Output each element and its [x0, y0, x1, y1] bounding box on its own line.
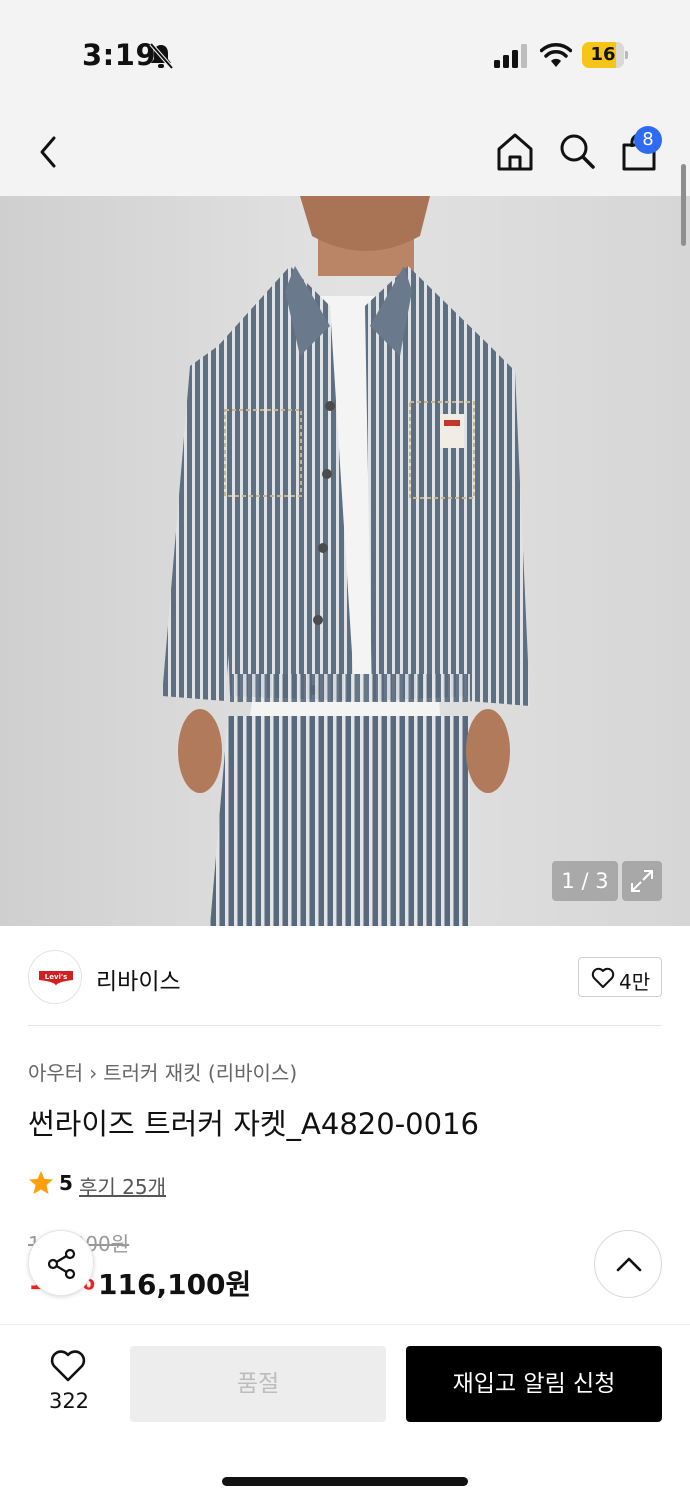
search-icon[interactable] — [558, 132, 596, 170]
home-indicator[interactable] — [222, 1477, 468, 1486]
product-photo — [0, 196, 690, 926]
status-bar: 3:19 16 — [0, 0, 690, 110]
battery-level: 16 — [590, 44, 616, 65]
share-icon — [47, 1248, 76, 1280]
chevron-right-icon: › — [89, 1061, 98, 1085]
top-nav-bar: 8 — [0, 110, 690, 196]
review-link[interactable]: 후기 25개 — [79, 1171, 166, 1200]
restock-alert-button[interactable]: 재입고 알림 신청 — [406, 1346, 662, 1422]
brand-row: Levi's 리바이스 4만 — [0, 928, 690, 1026]
sold-out-button[interactable]: 품절 — [130, 1346, 386, 1422]
heart-icon — [591, 967, 615, 988]
levis-logo-icon: Levi's — [39, 971, 73, 986]
brand-logo[interactable]: Levi's — [28, 950, 82, 1004]
expand-image-button[interactable] — [622, 861, 662, 901]
status-time: 3:19 — [82, 38, 157, 72]
rating-score: 5 — [59, 1171, 73, 1195]
wishlist-count: 322 — [48, 1389, 90, 1413]
image-counter: 1 / 3 — [552, 861, 618, 901]
brand-like-button[interactable]: 4만 — [578, 957, 662, 997]
home-icon[interactable] — [496, 132, 534, 172]
breadcrumb-item[interactable]: 아우터 — [28, 1061, 83, 1085]
product-image-carousel[interactable]: 1 / 3 — [0, 196, 690, 926]
breadcrumb: 아우터 › 트러커 재킷 (리바이스) — [28, 1057, 297, 1086]
wifi-icon — [540, 43, 572, 67]
brand-like-count: 4만 — [619, 970, 651, 994]
expand-icon — [631, 870, 653, 892]
sale-price: 116,100원 — [98, 1268, 252, 1301]
chevron-up-icon — [616, 1257, 642, 1272]
divider — [28, 1025, 662, 1026]
breadcrumb-item[interactable]: 트러커 재킷 (리바이스) — [103, 1061, 297, 1085]
share-button[interactable] — [28, 1230, 94, 1296]
wishlist-heart-icon[interactable] — [50, 1349, 86, 1383]
scrollbar-thumb[interactable] — [681, 164, 686, 246]
brand-name[interactable]: 리바이스 — [96, 962, 181, 996]
back-chevron-icon[interactable] — [34, 134, 64, 170]
bottom-action-bar: 322 품절 재입고 알림 신청 — [0, 1324, 690, 1500]
battery-indicator: 16 — [582, 42, 628, 68]
star-icon — [29, 1171, 53, 1194]
svg-text:Levi's: Levi's — [45, 973, 67, 981]
bell-slash-icon — [149, 42, 174, 70]
signal-icon — [494, 44, 527, 68]
cart-count-badge: 8 — [634, 126, 662, 154]
product-title: 썬라이즈 트러커 자켓_A4820-0016 — [28, 1107, 479, 1141]
scroll-to-top-button[interactable] — [594, 1230, 662, 1298]
